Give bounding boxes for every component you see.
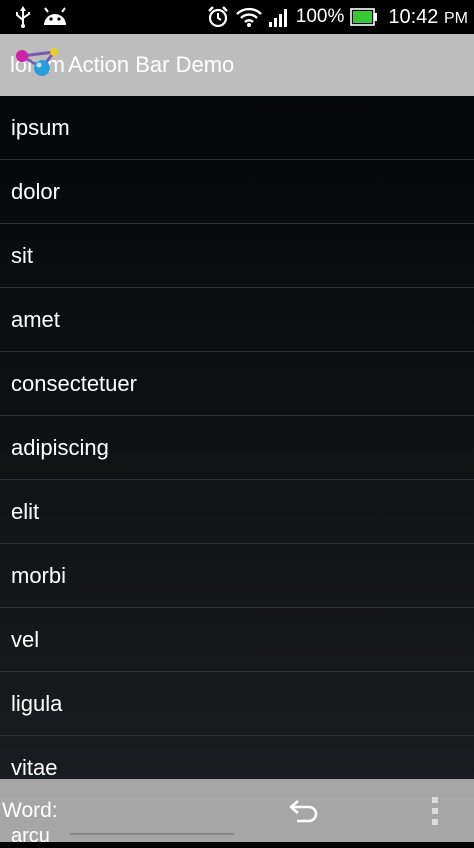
overflow-dot [432, 819, 438, 825]
status-time: 10:42 PM [388, 6, 468, 29]
wifi-icon [235, 7, 262, 27]
status-notifications [0, 6, 68, 28]
word-list[interactable]: ipsum dolor sit amet consectetuer adipis… [0, 96, 474, 842]
list-item[interactable]: consectetuer [0, 352, 474, 416]
list-item[interactable]: morbi [0, 544, 474, 608]
android-debug-icon [42, 7, 68, 27]
undo-icon [289, 800, 318, 823]
bottom-action-bar: arcu Word: [0, 779, 474, 847]
action-bar: lorem Action Bar Demo [0, 34, 474, 96]
overflow-menu-button[interactable] [424, 793, 446, 829]
list-item[interactable]: adipiscing [0, 416, 474, 480]
status-system: 100% 10:42 PM [206, 5, 474, 29]
alarm-icon [206, 5, 230, 29]
list-item[interactable]: vel [0, 608, 474, 672]
clock-ampm: PM [444, 9, 468, 27]
battery-percent: 100% [295, 6, 345, 27]
undo-button[interactable] [282, 793, 326, 829]
action-bar-title: Action Bar Demo [68, 52, 235, 77]
overflow-dot [432, 808, 438, 814]
word-input[interactable] [70, 791, 234, 835]
list-item[interactable]: sit [0, 224, 474, 288]
app-molecule-icon[interactable] [12, 44, 66, 86]
clock-time: 10:42 [388, 5, 439, 28]
word-label: Word: [2, 799, 58, 822]
list-item[interactable]: ligula [0, 672, 474, 736]
list-item[interactable]: ipsum [0, 96, 474, 160]
status-bar: 100% 10:42 PM [0, 0, 474, 34]
battery-icon [350, 8, 378, 26]
usb-icon [14, 6, 32, 28]
list-item-peek: arcu [11, 825, 50, 847]
signal-icon [268, 7, 290, 27]
list-item[interactable]: elit [0, 480, 474, 544]
list-item[interactable]: dolor [0, 160, 474, 224]
list-item[interactable]: amet [0, 288, 474, 352]
overflow-dot [432, 797, 438, 803]
